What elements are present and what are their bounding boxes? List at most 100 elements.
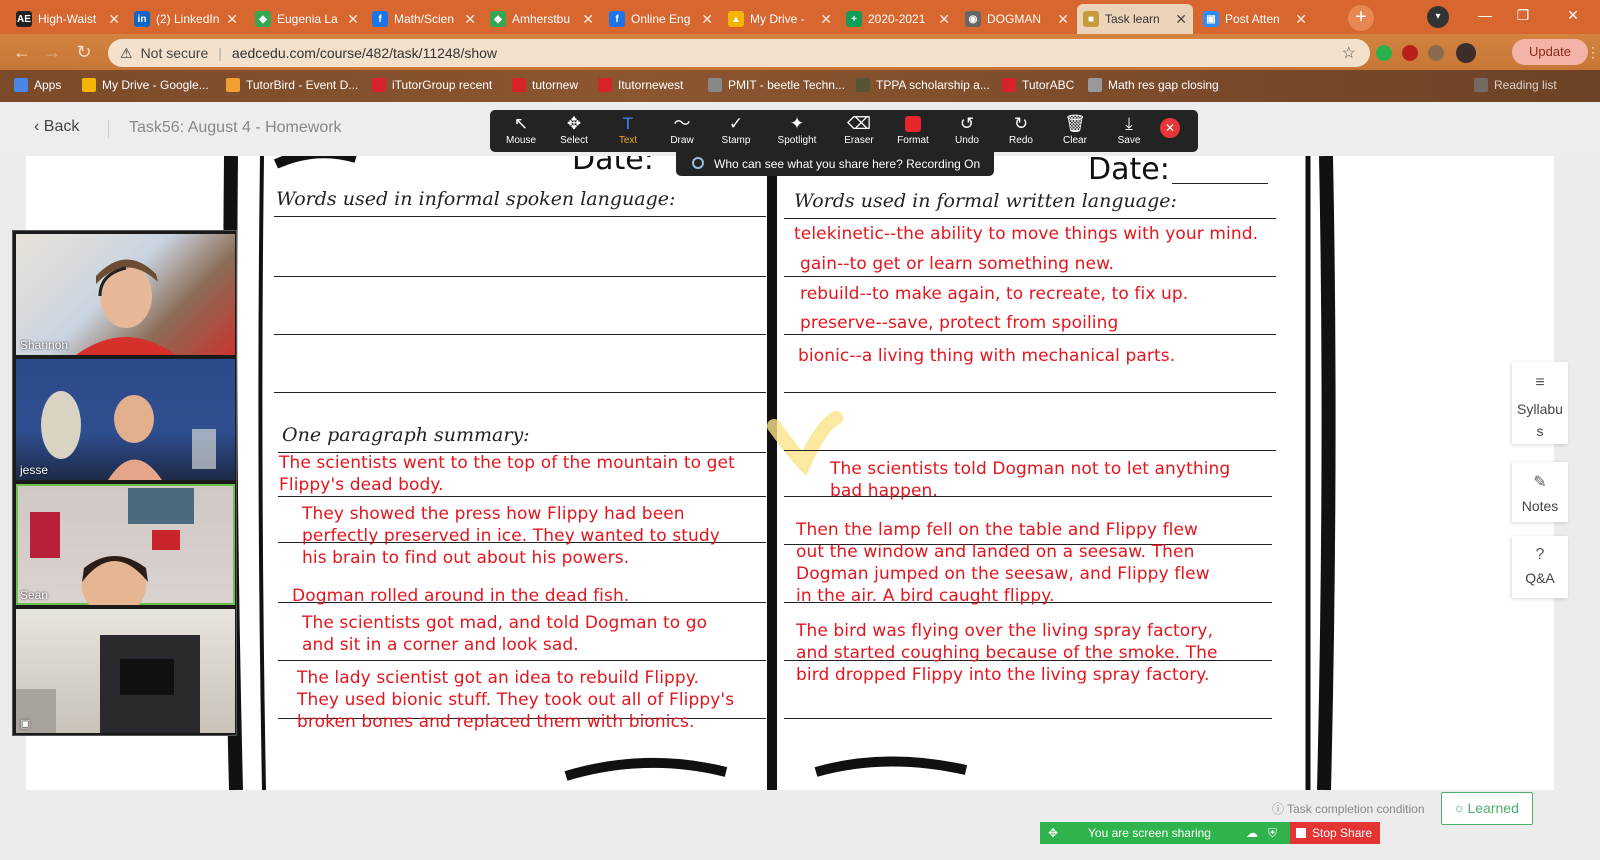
bookmark-item[interactable]: TutorABC bbox=[1002, 78, 1074, 92]
save-icon: ⤓ bbox=[1125, 114, 1133, 133]
bookmark-item[interactable]: Reading list bbox=[1474, 78, 1557, 92]
tab-close-icon[interactable]: ✕ bbox=[347, 11, 359, 28]
bookmark-icon bbox=[708, 78, 722, 92]
reload-icon[interactable]: ↻ bbox=[72, 40, 96, 64]
list-icon: ≡ bbox=[1535, 374, 1545, 391]
back-button[interactable]: ‹ Back bbox=[34, 118, 79, 136]
draw-icon: 〜 bbox=[673, 114, 691, 133]
formal-word: rebuild--to make again, to recreate, to … bbox=[800, 284, 1189, 304]
notes-button[interactable]: ✎ Notes bbox=[1512, 462, 1568, 522]
tab-close-icon[interactable]: ✕ bbox=[108, 11, 120, 28]
annotate-format-button[interactable]: Format bbox=[885, 113, 941, 151]
video-tile[interactable]: ▣ bbox=[16, 609, 235, 733]
avatar[interactable] bbox=[1456, 43, 1476, 63]
video-tile-active[interactable]: Sean bbox=[16, 484, 235, 605]
annotate-stamp-button[interactable]: ✓ Stamp bbox=[708, 113, 764, 151]
bookmarks-bar: Apps My Drive - Google... TutorBird - Even… bbox=[0, 70, 1600, 102]
summary-line: The scientists got mad, and told Dogman … bbox=[302, 613, 708, 655]
back-arrow-icon[interactable]: ← bbox=[10, 40, 34, 64]
browser-toolbar: ← → ↻ ⚠ Not secure | aedcedu.com/course/… bbox=[0, 34, 1600, 70]
ublock-icon[interactable] bbox=[1402, 45, 1418, 61]
bookmark-item[interactable]: TutorBird - Event D... bbox=[226, 78, 358, 92]
tab-close-icon[interactable]: ✕ bbox=[1057, 11, 1069, 28]
video-tile[interactable]: jesse bbox=[16, 359, 235, 480]
bookmark-label: Math res gap closing bbox=[1108, 78, 1219, 92]
tab-close-icon[interactable]: ✕ bbox=[226, 11, 238, 28]
tab-favicon-icon: ◆ bbox=[490, 11, 506, 27]
restore-icon[interactable]: ❐ bbox=[1500, 0, 1546, 30]
bookmark-label: My Drive - Google... bbox=[102, 78, 209, 92]
recording-banner[interactable]: Who can see what you share here? Recordi… bbox=[676, 152, 994, 176]
worksheet-frame bbox=[223, 156, 1336, 790]
browser-tab[interactable]: f Math/Scien ✕ bbox=[366, 4, 482, 34]
tab-close-icon[interactable]: ✕ bbox=[582, 11, 594, 28]
stop-share-button[interactable]: Stop Share bbox=[1290, 822, 1380, 844]
bookmark-item[interactable]: Apps bbox=[14, 78, 61, 92]
bookmark-item[interactable]: Math res gap closing bbox=[1088, 78, 1219, 92]
tab-close-icon[interactable]: ✕ bbox=[820, 11, 832, 28]
bookmark-icon bbox=[372, 78, 386, 92]
browser-tab[interactable]: in (2) LinkedIn ✕ bbox=[128, 4, 244, 34]
browser-tab[interactable]: +2020-2021 ✕ bbox=[840, 4, 956, 34]
annotate-mouse-button[interactable]: ↖ Mouse bbox=[493, 113, 549, 151]
learned-button[interactable]: ○ Learned bbox=[1441, 792, 1533, 825]
informal-heading: Words used in informal spoken language: bbox=[276, 188, 676, 210]
browser-tab[interactable]: ◆ Amherstbu ✕ bbox=[484, 4, 600, 34]
bookmark-item[interactable]: Itutornewest bbox=[598, 78, 683, 92]
menu-icon[interactable]: ⋮ bbox=[1586, 40, 1600, 64]
annotate-save-button[interactable]: ⤓ Save bbox=[1101, 113, 1157, 151]
bookmark-label: TPPA scholarship a... bbox=[876, 78, 990, 92]
drag-handle-icon[interactable]: ✥ bbox=[1048, 822, 1058, 844]
bookmark-item[interactable]: tutornew bbox=[512, 78, 578, 92]
update-button[interactable]: Update bbox=[1512, 39, 1588, 65]
screen-sharing-bar[interactable]: ✥ You are screen sharing ☁ ⛨ bbox=[1040, 822, 1290, 844]
browser-tab[interactable]: ◆ Eugenia La ✕ bbox=[249, 4, 365, 34]
tab-close-icon[interactable]: ✕ bbox=[1175, 11, 1187, 28]
bookmark-label: Reading list bbox=[1494, 78, 1557, 92]
bookmark-item[interactable]: TPPA scholarship a... bbox=[856, 78, 990, 92]
close-annotation-icon[interactable]: ✕ bbox=[1160, 118, 1180, 138]
annotate-select-button[interactable]: ✥ Select bbox=[546, 113, 602, 151]
video-tile[interactable]: Shannon bbox=[16, 234, 235, 355]
annotate-redo-button[interactable]: ↻ Redo bbox=[993, 113, 1049, 151]
tab-title: DOGMAN bbox=[987, 12, 1041, 26]
tab-title: My Drive - bbox=[750, 12, 805, 26]
tool-label: Select bbox=[560, 135, 588, 146]
forward-arrow-icon[interactable]: → bbox=[40, 40, 64, 64]
annotate-eraser-button[interactable]: ⌫ Eraser bbox=[831, 113, 887, 151]
browser-tab[interactable]: ▣ Post Atten ✕ bbox=[1197, 4, 1313, 34]
annotate-spotlight-button[interactable]: ✦ Spotlight bbox=[769, 113, 825, 151]
bookmark-item[interactable]: PMIT - beetle Techn... bbox=[708, 78, 845, 92]
tab-close-icon[interactable]: ✕ bbox=[464, 11, 476, 28]
new-tab-button[interactable]: + bbox=[1348, 5, 1374, 31]
annotate-undo-button[interactable]: ↺ Undo bbox=[939, 113, 995, 151]
close-window-icon[interactable]: ✕ bbox=[1550, 0, 1596, 30]
puzzle-icon[interactable] bbox=[1428, 45, 1444, 61]
bookmark-item[interactable]: My Drive - Google... bbox=[82, 78, 209, 92]
browser-tab[interactable]: ▲ My Drive - ✕ bbox=[722, 4, 838, 34]
address-bar[interactable]: ⚠ Not secure | aedcedu.com/course/482/ta… bbox=[108, 39, 1370, 67]
browser-tab[interactable]: ■ Task learn ✕ bbox=[1077, 4, 1193, 34]
browser-tab[interactable]: f Online Eng ✕ bbox=[603, 4, 719, 34]
tab-close-icon[interactable]: ✕ bbox=[1295, 11, 1307, 28]
syllabus-button[interactable]: ≡ Syllabu s bbox=[1512, 362, 1568, 444]
tab-close-icon[interactable]: ✕ bbox=[938, 11, 950, 28]
tab-favicon-icon: + bbox=[846, 11, 862, 27]
bookmark-item[interactable]: iTutorGroup recent bbox=[372, 78, 492, 92]
extension-icon[interactable] bbox=[1376, 45, 1392, 61]
tab-title: Post Atten bbox=[1225, 12, 1280, 26]
qa-button[interactable]: ? Q&A bbox=[1512, 536, 1568, 598]
bookmark-star-icon[interactable]: ☆ bbox=[1342, 43, 1356, 63]
browser-tab[interactable]: AE High-Waist ✕ bbox=[10, 4, 126, 34]
annotate-text-button[interactable]: T Text bbox=[600, 113, 656, 151]
annotate-clear-button[interactable]: 🗑 Clear bbox=[1047, 113, 1103, 151]
tab-search-icon[interactable]: ▾ bbox=[1427, 6, 1449, 28]
browser-tab[interactable]: ◉ DOGMAN ✕ bbox=[959, 4, 1075, 34]
tab-close-icon[interactable]: ✕ bbox=[701, 11, 713, 28]
summary-line: The lady scientist got an idea to rebuil… bbox=[297, 668, 735, 732]
tab-favicon-icon: ◉ bbox=[965, 11, 981, 27]
stamp-icon: ✓ bbox=[728, 114, 744, 133]
tab-title: Task learn bbox=[1105, 12, 1160, 26]
completion-condition[interactable]: ⓘ Task completion condition bbox=[1272, 800, 1425, 817]
annotate-draw-button[interactable]: 〜 Draw bbox=[654, 113, 710, 151]
